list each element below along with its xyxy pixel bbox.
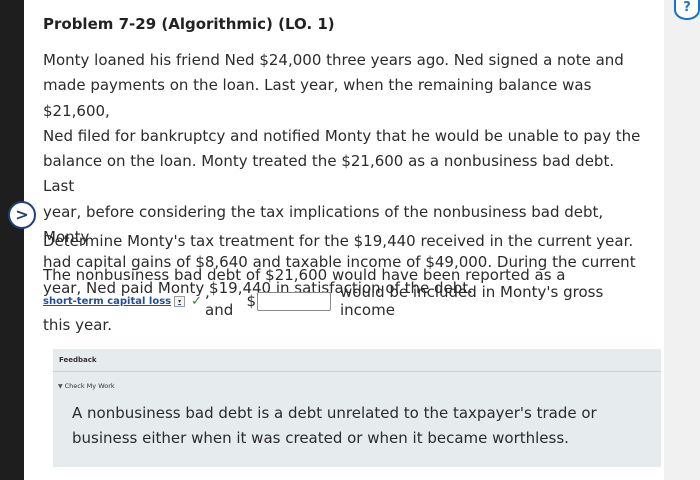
statement-line: Monty loaned his friend Ned $24,000 thre… — [43, 51, 624, 69]
question-text: Determine Monty's tax treatment for the … — [43, 232, 634, 250]
help-icon[interactable]: ? — [674, 0, 700, 20]
chevron-down-icon[interactable]: ▾ — [174, 295, 186, 307]
statement-line: Ned filed for bankruptcy and notified Mo… — [43, 126, 641, 145]
dropdown-selected-value: short-term capital loss — [43, 295, 172, 307]
answer-row: short-term capital loss ▾ ✓ , and $ woul… — [43, 283, 643, 319]
answer-sentence-end: this year. — [43, 316, 112, 334]
gross-income-amount-input[interactable] — [257, 291, 331, 311]
feedback-divider — [53, 371, 661, 372]
problem-statement: Monty loaned his friend Ned $24,000 thre… — [43, 48, 643, 301]
feedback-text: A nonbusiness bad debt is a debt unrelat… — [72, 404, 597, 447]
answer-sentence-tail: would be included in Monty's gross incom… — [340, 283, 604, 319]
statement-line: balance on the loan. Monty treated the $… — [43, 152, 615, 196]
triangle-down-icon: ▼ — [58, 382, 63, 390]
answer-sentence-start: The nonbusiness bad debt of $21,600 woul… — [43, 266, 566, 284]
feedback-panel: Feedback ▼ Check My Work A nonbusiness b… — [53, 349, 661, 467]
correct-check-icon: ✓ — [191, 293, 203, 309]
dollar-sign: $ — [246, 292, 256, 310]
right-toolbar — [664, 0, 700, 480]
next-arrow-button[interactable]: > — [8, 201, 36, 229]
loss-type-dropdown[interactable]: short-term capital loss ▾ — [43, 295, 186, 307]
check-my-work-toggle[interactable]: ▼ Check My Work — [58, 382, 115, 390]
problem-title: Problem 7-29 (Algorithmic) (LO. 1) — [43, 15, 335, 33]
and-text: , and — [205, 283, 234, 319]
statement-line: made payments on the loan. Last year, wh… — [43, 76, 592, 120]
check-my-work-label: Check My Work — [64, 382, 115, 390]
feedback-label: Feedback — [59, 356, 97, 364]
